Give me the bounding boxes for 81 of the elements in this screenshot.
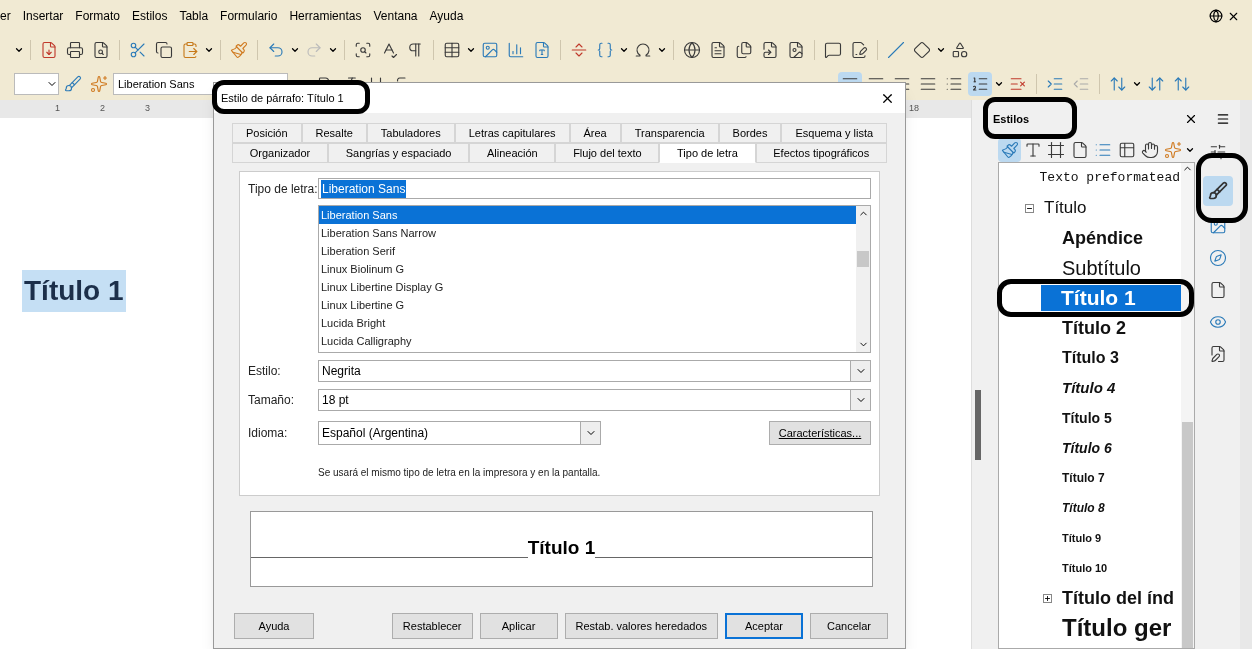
size-dropdown[interactable]: 18 pt: [318, 389, 871, 411]
font-list-item[interactable]: Lucida Bright: [319, 314, 856, 332]
field-label: Estilo:: [248, 363, 282, 380]
dialog-tab[interactable]: Letras capitulares: [454, 123, 570, 143]
dialog-tab[interactable]: Tabuladores: [366, 123, 455, 143]
font-list-item[interactable]: Lucida Calligraphy: [319, 332, 856, 350]
font-list-item[interactable]: Liberation Sans Narrow: [319, 224, 856, 242]
dialog-tab[interactable]: Transparencia: [620, 123, 719, 143]
style-item[interactable]: Título 5: [1061, 408, 1113, 428]
dialog-tab[interactable]: Área: [569, 123, 621, 143]
paragraph-styles-icon[interactable]: [998, 138, 1022, 162]
dialog-button[interactable]: Restab. valores heredados: [564, 613, 718, 639]
field-label: Tipo de letra:: [248, 180, 318, 198]
language-icon[interactable]: [1209, 9, 1223, 23]
dialog-tab[interactable]: Posición: [232, 123, 302, 143]
dialog-tab[interactable]: Resalte: [301, 123, 367, 143]
dialog-button[interactable]: Aplicar: [479, 613, 558, 639]
dialog-button[interactable]: Aceptar: [725, 613, 803, 639]
scroll-thumb[interactable]: [1182, 422, 1193, 648]
style-item[interactable]: Título 8: [1061, 498, 1106, 518]
style-item[interactable]: Título: [1043, 198, 1088, 218]
style-item[interactable]: Título 2: [1061, 318, 1127, 338]
dialog-tab[interactable]: Flujo del texto: [555, 143, 660, 163]
dialog-tab[interactable]: Bordes: [718, 123, 782, 143]
menu-item[interactable]: er: [0, 7, 17, 25]
font-name-field[interactable]: Liberation Sans: [318, 178, 871, 199]
font-list-item[interactable]: Liberation Serif: [319, 242, 856, 260]
dialog-tab[interactable]: Esquema y lista: [781, 123, 888, 143]
font-list[interactable]: Liberation Sans Liberation Sans Narrow Liberation Serif Linux Biolinum G Linux Libertine Display G Linux Libertine G Lucida Bright Lucida Calligraphy: [318, 205, 871, 353]
dialog-tab[interactable]: Alineación: [469, 143, 556, 163]
style-item[interactable]: Texto preformatead: [1038, 168, 1181, 188]
menu-item[interactable]: Insertar: [16, 7, 70, 25]
panel-title: Estilos: [993, 111, 1030, 127]
expand-icon[interactable]: [1043, 593, 1052, 603]
font-list-item[interactable]: Linux Libertine G: [319, 296, 856, 314]
menu-item[interactable]: Tabla: [173, 7, 215, 25]
menu-item[interactable]: Ventana: [367, 7, 424, 25]
style-item[interactable]: Título del índ: [1061, 588, 1175, 608]
document-heading: Título 1: [22, 270, 126, 312]
style-item[interactable]: Título 10: [1061, 558, 1109, 578]
style-item[interactable]: Título 4: [1061, 378, 1117, 398]
menu-icon[interactable]: [1216, 112, 1230, 126]
menu-item[interactable]: Formato: [69, 7, 127, 25]
menu-item[interactable]: Formulario: [214, 7, 284, 25]
scrollbar[interactable]: [1240, 100, 1252, 649]
font-note: Se usará el mismo tipo de letra en la impresora y en la pantalla.: [318, 466, 602, 480]
font-preview: Título 1: [250, 511, 873, 587]
field-label: Idioma:: [248, 425, 289, 442]
features-button[interactable]: Características...: [769, 421, 871, 445]
numbered-list-icon[interactable]: [968, 72, 992, 96]
scrollbar[interactable]: [1181, 163, 1194, 648]
scrollbar[interactable]: [856, 206, 870, 352]
dialog-button[interactable]: Restablecer: [391, 613, 473, 639]
sidebar-toggle-handle[interactable]: [975, 390, 981, 460]
dialog-button[interactable]: Cancelar: [810, 613, 888, 639]
dialog-tab[interactable]: Sangrías y espaciado: [328, 143, 470, 163]
style-item[interactable]: Subtítulo: [1061, 258, 1142, 278]
style-dropdown[interactable]: Negrita: [318, 360, 871, 382]
dialog-tab[interactable]: Efectos tipográficos: [755, 143, 887, 163]
style-item[interactable]: Apéndice: [1061, 228, 1145, 248]
help-button[interactable]: Ayuda: [234, 613, 314, 639]
dialog-tab[interactable]: Tipo de letra: [659, 143, 756, 163]
style-item[interactable]: Título 9: [1061, 528, 1103, 548]
field-label: Tamaño:: [248, 392, 296, 409]
language-dropdown[interactable]: Español (Argentina): [318, 421, 601, 445]
style-item[interactable]: Título 3: [1061, 348, 1120, 368]
style-item[interactable]: Título 7: [1061, 468, 1106, 488]
scroll-thumb[interactable]: [857, 251, 869, 267]
menu-item[interactable]: Herramientas: [283, 7, 368, 25]
annotation-frame: [1196, 153, 1248, 223]
style-item[interactable]: Título 1: [1041, 285, 1181, 311]
close-icon[interactable]: [1184, 112, 1198, 126]
collapse-icon[interactable]: [1025, 203, 1034, 213]
font-list-item[interactable]: Linux Biolinum G: [319, 260, 856, 278]
font-list-item[interactable]: Liberation Sans: [319, 206, 856, 224]
menu-item[interactable]: Ayuda: [423, 7, 470, 25]
style-item[interactable]: Título 6: [1061, 438, 1113, 458]
font-list-item[interactable]: Linux Libertine Display G: [319, 278, 856, 296]
dialog-tab[interactable]: Organizador: [232, 143, 328, 163]
styles-deck-icon[interactable]: [1202, 176, 1233, 206]
menu-item[interactable]: Estilos: [126, 7, 174, 25]
